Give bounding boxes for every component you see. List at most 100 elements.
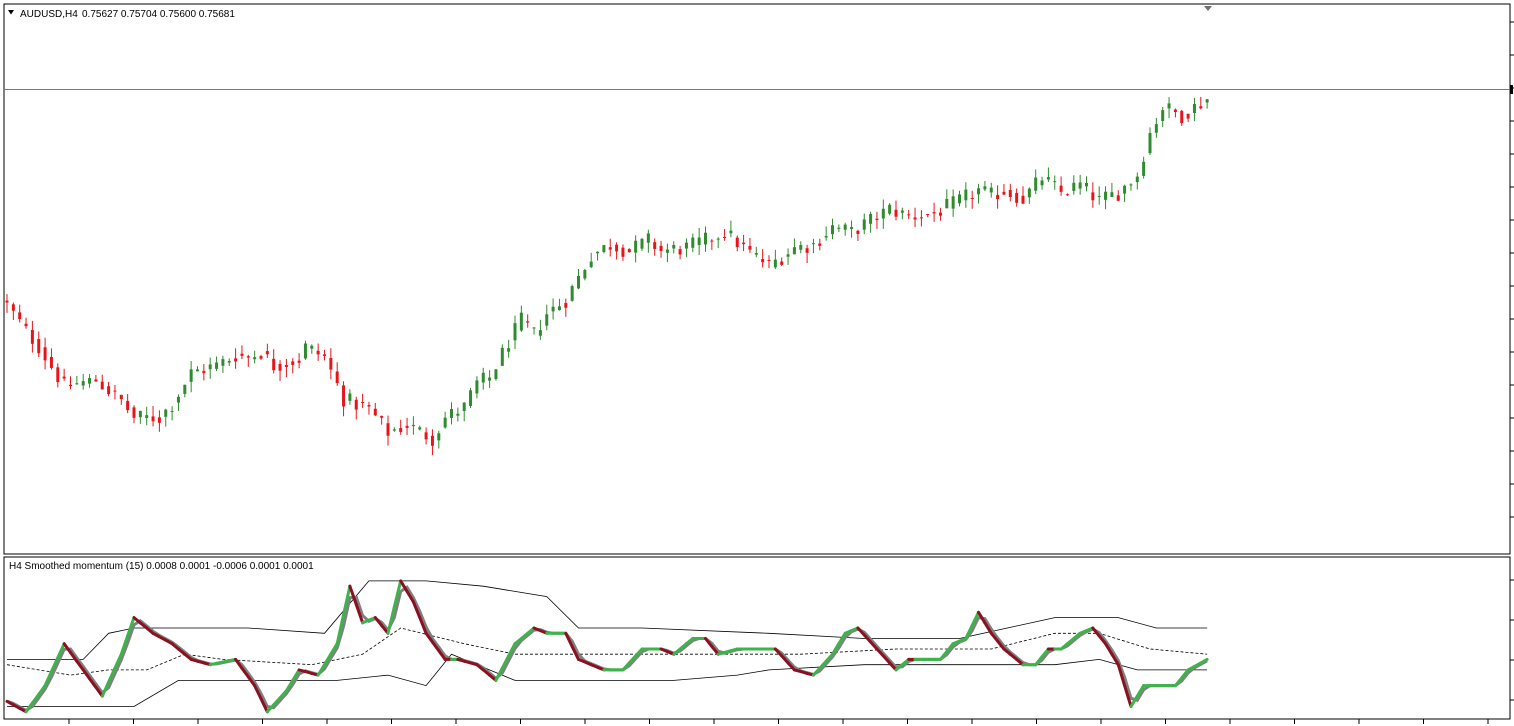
candle-down bbox=[373, 408, 377, 416]
candle-down bbox=[157, 417, 161, 423]
candle-down bbox=[659, 245, 663, 252]
candle-up bbox=[1104, 191, 1108, 200]
candle-up bbox=[869, 213, 873, 224]
candle-down bbox=[742, 242, 746, 245]
candle-up bbox=[450, 408, 453, 418]
candle-down bbox=[818, 243, 822, 246]
indicator-panel[interactable]: H4 Smoothed momentum (15) 0.0008 0.0001 … bbox=[3, 556, 1514, 720]
candle-up bbox=[1072, 182, 1076, 191]
candle-down bbox=[621, 247, 625, 257]
candle-up bbox=[411, 424, 415, 427]
candle-down bbox=[1015, 193, 1019, 203]
candle-down bbox=[1116, 195, 1120, 201]
candle-up bbox=[310, 345, 314, 349]
candle-up bbox=[469, 390, 473, 406]
candle-up bbox=[1154, 124, 1158, 133]
candle-up bbox=[88, 378, 92, 384]
candle-down bbox=[367, 405, 371, 407]
candle-up bbox=[704, 232, 707, 245]
candle-down bbox=[56, 367, 60, 383]
time-axis bbox=[68, 719, 1489, 724]
candle-up bbox=[665, 249, 669, 253]
candle-up bbox=[500, 347, 504, 366]
candle-up bbox=[716, 238, 720, 240]
candle-down bbox=[24, 323, 28, 327]
indicator-header: H4 Smoothed momentum (15) 0.0008 0.0001 … bbox=[9, 561, 314, 572]
candle-up bbox=[488, 377, 492, 381]
candle-up bbox=[348, 393, 352, 401]
candle-up bbox=[145, 415, 149, 419]
candle-up bbox=[183, 384, 187, 394]
candle-down bbox=[69, 384, 72, 387]
candle-down bbox=[1065, 194, 1069, 196]
candle-down bbox=[329, 357, 333, 370]
candle-down bbox=[278, 363, 282, 371]
candle-down bbox=[323, 354, 326, 356]
candle-down bbox=[202, 370, 206, 374]
candle-up bbox=[1097, 195, 1101, 197]
candle-up bbox=[1034, 177, 1038, 191]
candle-down bbox=[107, 386, 111, 395]
candle-down bbox=[1091, 192, 1095, 201]
candle-down bbox=[526, 321, 530, 323]
candle-down bbox=[932, 212, 936, 214]
candle-up bbox=[75, 383, 79, 385]
candle-down bbox=[913, 217, 917, 220]
candle-up bbox=[964, 189, 968, 201]
candle-down bbox=[335, 371, 339, 384]
candle-up bbox=[1027, 188, 1031, 198]
candle-up bbox=[583, 269, 587, 279]
candle-up bbox=[570, 286, 574, 301]
candle-up bbox=[176, 396, 180, 403]
candle-up bbox=[481, 372, 485, 383]
candle-down bbox=[1059, 185, 1063, 192]
candle-down bbox=[564, 302, 568, 308]
candle-up bbox=[900, 210, 904, 213]
candle-down bbox=[246, 356, 250, 358]
candle-up bbox=[837, 227, 841, 229]
candle-up bbox=[170, 410, 174, 412]
candle-down bbox=[49, 356, 53, 368]
candle-up bbox=[1053, 181, 1057, 183]
candle-down bbox=[767, 259, 771, 261]
candle-up bbox=[602, 245, 606, 252]
candle-down bbox=[272, 358, 276, 371]
candle-down bbox=[723, 236, 727, 238]
candle-down bbox=[284, 364, 288, 367]
price-panel[interactable]: AUDUSD,H4 0.75627 0.75704 0.75600 0.7568… bbox=[3, 3, 1514, 555]
candle-down bbox=[113, 390, 117, 392]
candle-down bbox=[291, 361, 295, 365]
candle-down bbox=[1008, 190, 1012, 197]
candle-up bbox=[989, 187, 993, 193]
candle-down bbox=[875, 218, 879, 221]
candle-up bbox=[392, 429, 396, 431]
candle-up bbox=[754, 253, 758, 255]
candle-down bbox=[1173, 109, 1177, 112]
candle-up bbox=[691, 237, 695, 248]
candle-down bbox=[748, 245, 752, 250]
candle-up bbox=[532, 327, 536, 329]
candle-down bbox=[653, 242, 657, 249]
candle-up bbox=[881, 208, 885, 219]
candle-down bbox=[43, 347, 47, 361]
candle-up bbox=[545, 314, 549, 326]
candle-up bbox=[1078, 182, 1082, 189]
candle-up bbox=[418, 427, 422, 430]
candle-down bbox=[11, 304, 15, 311]
candle-down bbox=[710, 240, 714, 242]
candle-down bbox=[342, 385, 346, 407]
candle-up bbox=[437, 433, 441, 441]
candle-up bbox=[189, 369, 193, 382]
candle-up bbox=[462, 402, 466, 411]
candle-down bbox=[132, 407, 136, 418]
candle-up bbox=[1046, 177, 1050, 180]
candle-down bbox=[62, 376, 66, 379]
candle-up bbox=[538, 330, 542, 336]
candle-up bbox=[1040, 180, 1044, 186]
trading-chart: AUDUSD,H4 0.75627 0.75704 0.75600 0.7568… bbox=[3, 3, 1514, 724]
price-marker bbox=[1510, 85, 1513, 94]
candle-up bbox=[81, 381, 85, 386]
candle-down bbox=[354, 399, 358, 410]
candle-down bbox=[938, 212, 942, 216]
candle-down bbox=[430, 435, 434, 446]
